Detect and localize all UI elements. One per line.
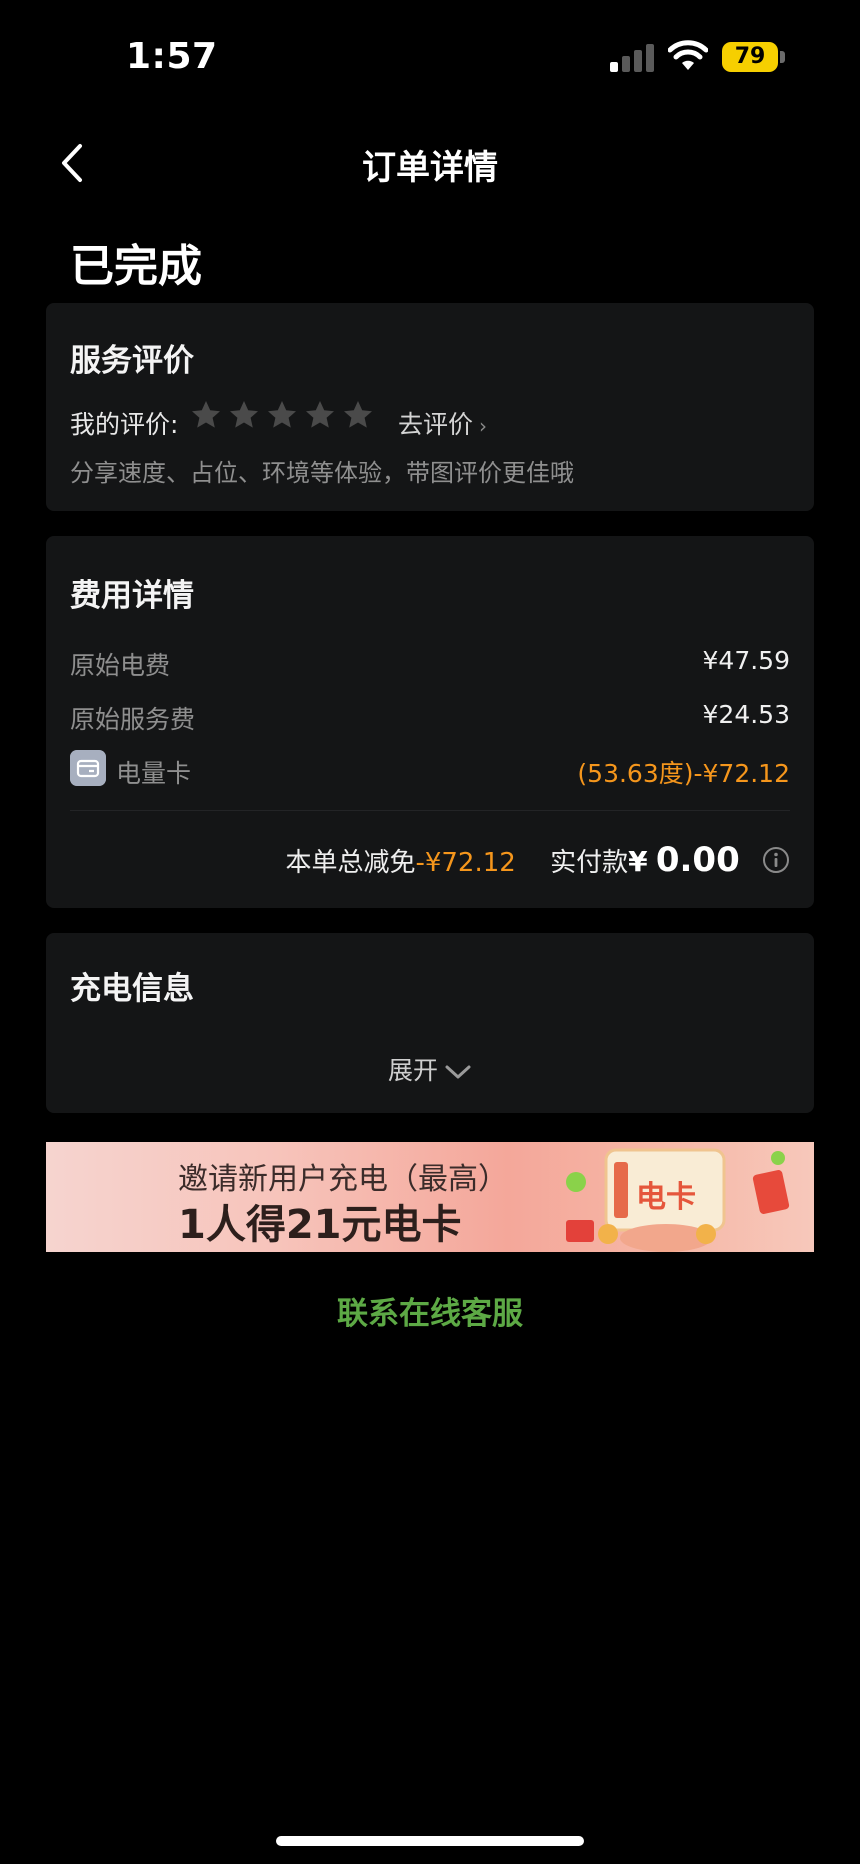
star-icon[interactable] <box>266 399 298 431</box>
status-time: 1:57 <box>126 36 218 77</box>
paid-label: 实付款 <box>550 848 629 878</box>
wifi-icon <box>668 40 708 70</box>
battery-cap <box>780 51 785 63</box>
paid-amount: 0.00 <box>655 840 740 880</box>
star-icon[interactable] <box>228 399 260 431</box>
banner-card-label: 电卡 <box>636 1180 696 1215</box>
banner-line2: 1人得21元电卡 <box>178 1202 462 1248</box>
star-icon[interactable] <box>304 399 336 431</box>
info-icon[interactable] <box>762 846 790 874</box>
charging-title: 充电信息 <box>70 971 194 1007</box>
power-card-icon <box>70 750 106 786</box>
order-totals: 本单总减免-¥72.12 实付款¥ 0.00 <box>285 840 790 880</box>
power-card-label: 电量卡 <box>116 759 192 788</box>
page-title: 订单详情 <box>362 148 498 188</box>
battery-icon: 79 <box>722 42 778 72</box>
fee-row-service: 原始服务费 ¥24.53 <box>70 700 790 734</box>
fee-label: 原始电费 <box>70 651 171 680</box>
chevron-down-icon <box>445 1065 471 1079</box>
expand-label: 展开 <box>387 1056 438 1085</box>
star-icon[interactable] <box>342 399 374 431</box>
discount-label: 本单总减免 <box>285 848 416 878</box>
cellular-signal-icon <box>610 44 656 72</box>
review-hint: 分享速度、占位、环境等体验，带图评价更佳哦 <box>70 459 574 487</box>
go-review-link[interactable]: 去评价 › <box>398 405 487 441</box>
fee-title: 费用详情 <box>70 578 194 614</box>
order-status: 已完成 <box>70 241 202 292</box>
my-review-label: 我的评价: <box>70 410 179 439</box>
review-title: 服务评价 <box>70 343 194 379</box>
home-indicator[interactable] <box>276 1836 584 1846</box>
expand-button[interactable]: 展开 <box>46 1051 814 1087</box>
fee-value: ¥24.53 <box>702 700 790 729</box>
review-card: 服务评价 我的评价: 去评价 › 分享速度、占位、环境等体验，带图评价更佳哦 <box>46 303 814 511</box>
star-icon[interactable] <box>190 399 222 431</box>
invite-promo-banner[interactable]: 电卡 邀请新用户充电（最高） 1人得21元电卡 <box>46 1142 814 1252</box>
contact-support-link[interactable]: 联系在线客服 <box>0 1288 860 1333</box>
fee-value: ¥47.59 <box>702 646 790 675</box>
status-bar: 1:57 79 <box>0 0 860 110</box>
paid-currency: ¥ <box>628 845 648 878</box>
divider <box>70 810 790 811</box>
fee-row-power-card: 电量卡 (53.63度)-¥72.12 <box>70 750 790 788</box>
star-rating[interactable] <box>190 399 380 433</box>
go-review-label: 去评价 <box>398 410 474 439</box>
fee-card: 费用详情 原始电费 ¥47.59 原始服务费 ¥24.53 电量卡 (53.63… <box>46 536 814 908</box>
charging-info-card: 充电信息 展开 <box>46 933 814 1113</box>
chevron-right-icon: › <box>479 414 488 438</box>
fee-row-electricity: 原始电费 ¥47.59 <box>70 646 790 680</box>
power-card-value: (53.63度)-¥72.12 <box>577 759 790 788</box>
fee-label: 原始服务费 <box>70 705 196 734</box>
discount-value: -¥72.12 <box>415 848 516 878</box>
